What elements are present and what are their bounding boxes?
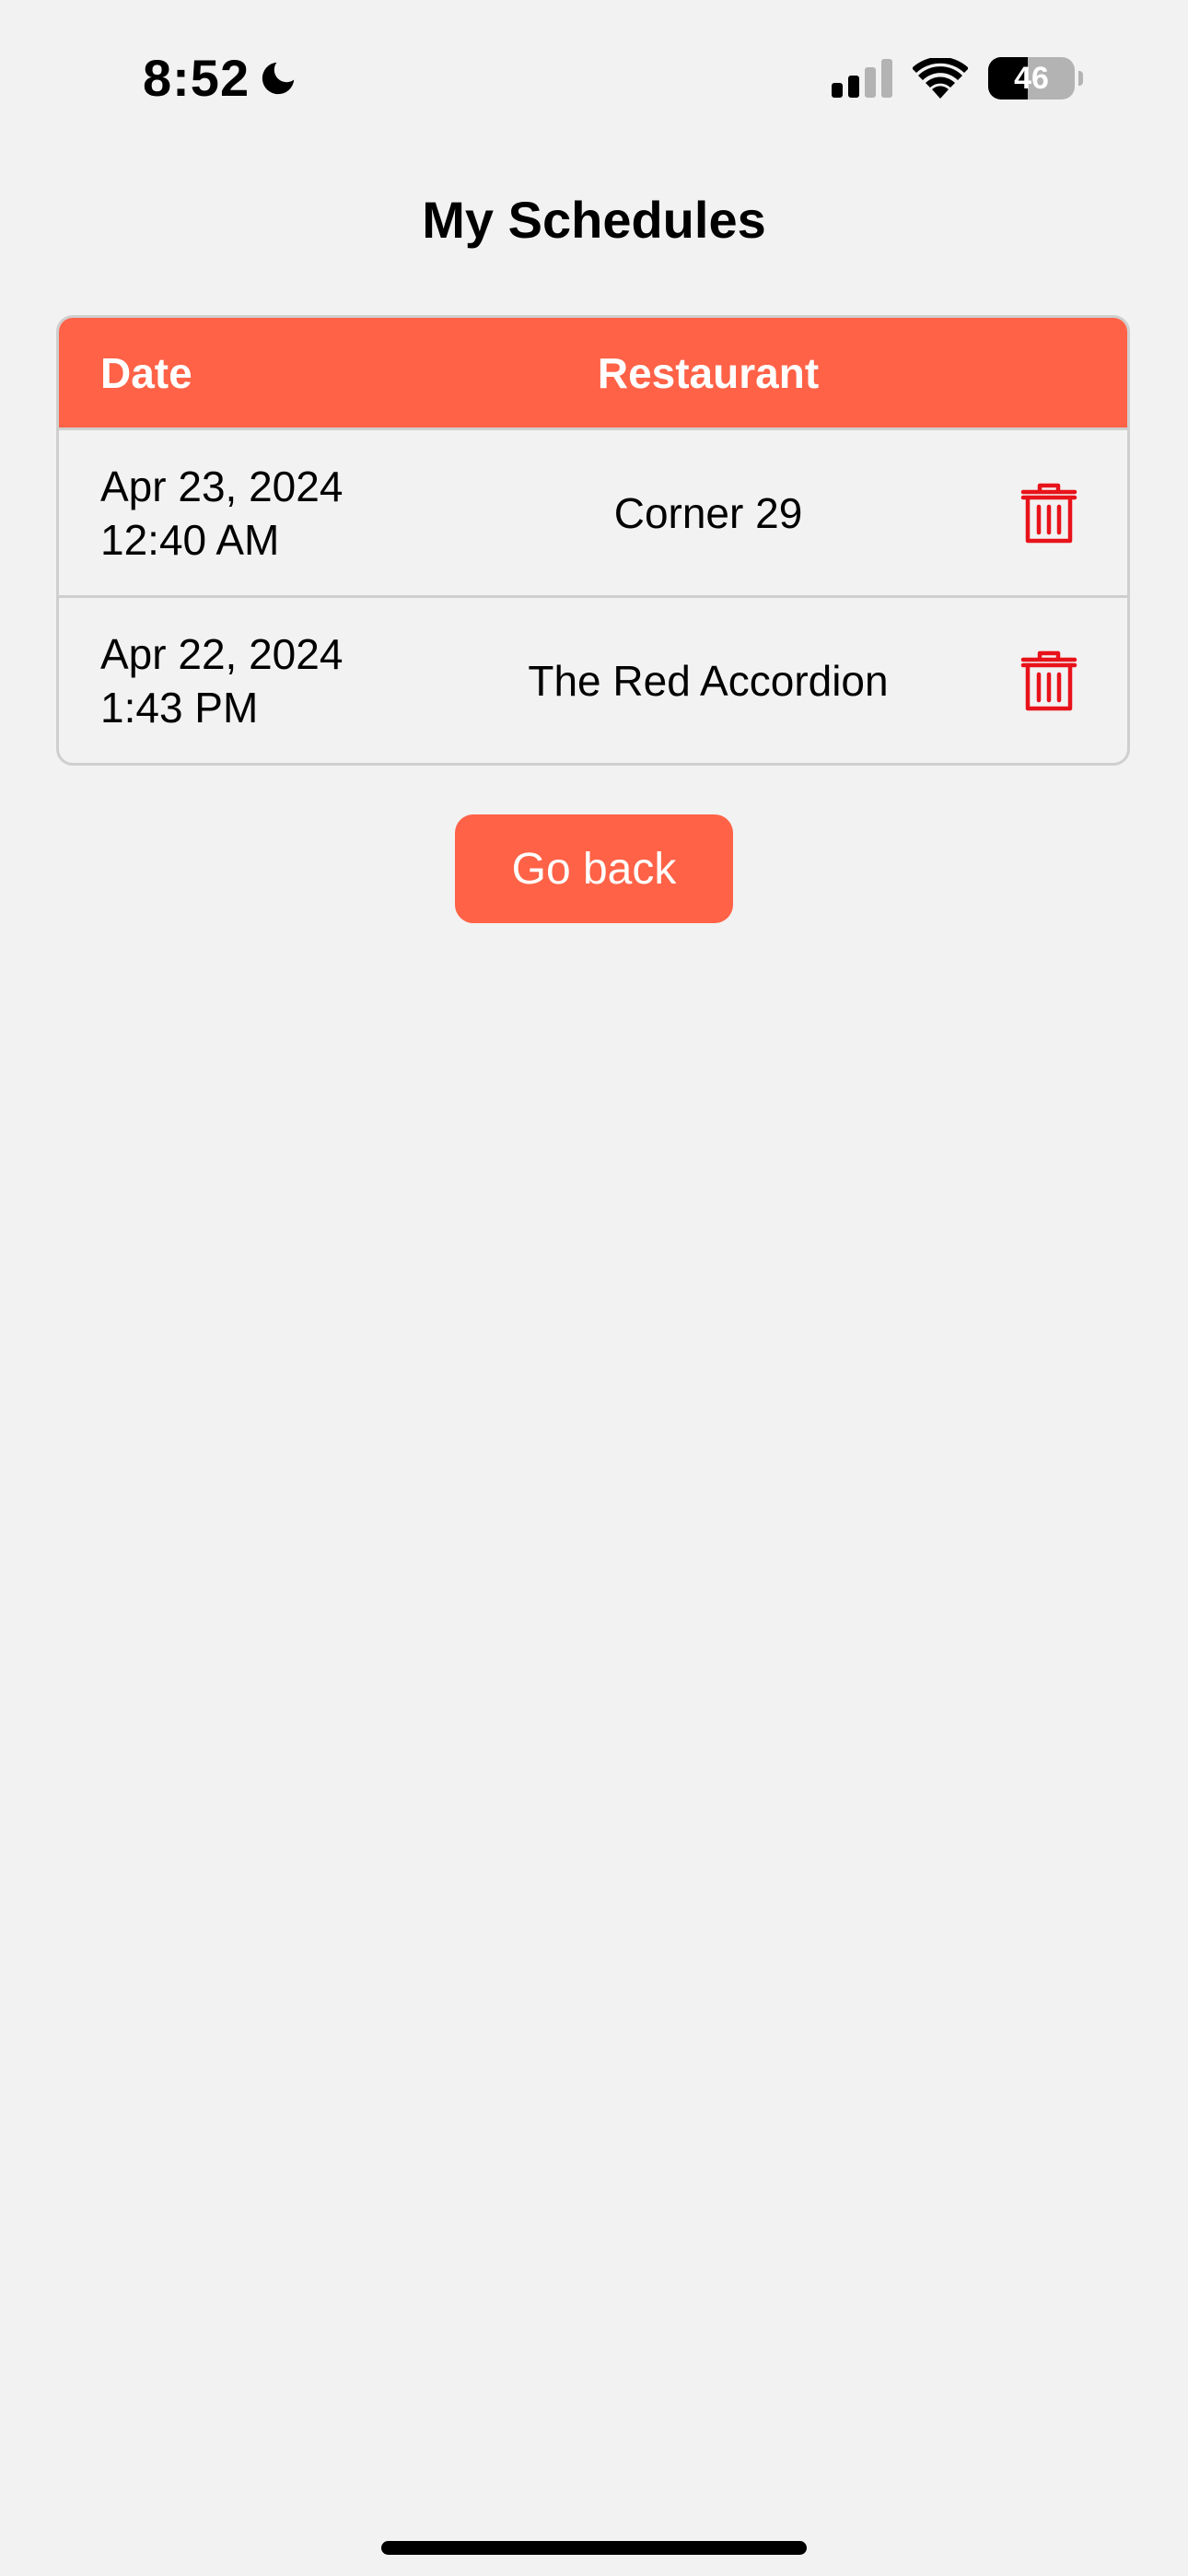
restaurant-cell: Corner 29 [613, 488, 803, 537]
delete-button[interactable] [1012, 644, 1086, 718]
table-row: Apr 23, 2024 12:40 AM Corner 29 [59, 427, 1127, 595]
home-indicator[interactable] [381, 2541, 807, 2555]
restaurant-cell: The Red Accordion [528, 656, 889, 705]
time-text: 1:43 PM [100, 683, 259, 732]
battery-icon: 46 [988, 57, 1075, 100]
battery-cap [1078, 71, 1083, 86]
header-restaurant: Restaurant [597, 348, 820, 397]
moon-icon [262, 62, 295, 94]
signal-icon [832, 59, 892, 98]
time-text: 12:40 AM [100, 515, 280, 564]
delete-button[interactable] [1012, 476, 1086, 550]
status-icons: 46 [832, 57, 1083, 100]
date-text: Apr 23, 2024 [100, 462, 344, 510]
trash-icon [1020, 483, 1077, 543]
status-time: 8:52 [143, 48, 299, 108]
action-cell [971, 644, 1127, 718]
date-cell: Apr 23, 2024 12:40 AM [59, 460, 446, 567]
status-bar: 8:52 46 [0, 0, 1188, 161]
action-cell [971, 476, 1127, 550]
page-title: My Schedules [422, 191, 766, 249]
schedule-table: Date Restaurant Apr 23, 2024 12:40 AM Co… [56, 315, 1130, 766]
trash-icon [1020, 650, 1077, 710]
date-cell: Apr 22, 2024 1:43 PM [59, 627, 446, 734]
header-date: Date [100, 348, 192, 397]
status-time-text: 8:52 [143, 49, 250, 107]
go-back-button[interactable]: Go back [455, 814, 733, 923]
wifi-icon [913, 58, 968, 99]
table-header: Date Restaurant [59, 318, 1127, 427]
date-text: Apr 22, 2024 [100, 629, 344, 678]
battery-level: 46 [1014, 60, 1049, 96]
table-row: Apr 22, 2024 1:43 PM The Red Accordion [59, 595, 1127, 763]
